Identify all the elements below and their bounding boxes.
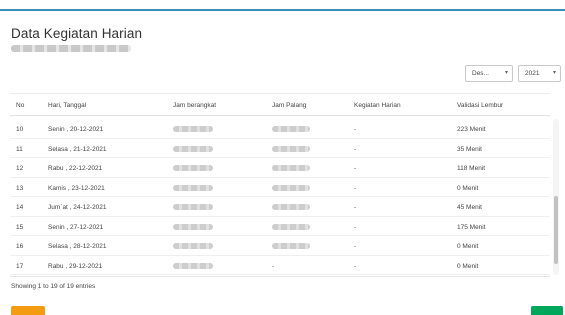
cell-no: 10: [16, 126, 24, 133]
cell-no: 12: [16, 165, 24, 172]
cell-activity: -: [354, 184, 357, 192]
redacted-departure-time: [173, 145, 213, 152]
cell-day: Selasa , 28-12-2021: [48, 243, 107, 250]
col-header-no[interactable]: No: [16, 102, 24, 109]
cell-validation: 175 Menit: [457, 223, 486, 231]
cell-activity: -: [354, 165, 357, 172]
redacted-return-time: [272, 184, 310, 191]
table-row: 16 Selasa , 28-12-2021 - 0 Menit: [10, 236, 550, 256]
cell-validation: 0 Menit: [457, 262, 479, 270]
cell-activity: -: [354, 243, 357, 250]
cell-validation: 45 Menit: [457, 204, 482, 211]
redacted-departure-time: [173, 262, 213, 269]
chevron-down-icon: ▾: [504, 70, 508, 76]
redacted-orange-button[interactable]: [11, 306, 45, 315]
cell-validation: 0 Menit: [457, 184, 479, 192]
month-select[interactable]: Des... ▾: [465, 65, 513, 82]
table-row: 15 Senin , 27-12-2021 - 175 Menit: [10, 217, 550, 236]
redacted-return-time: [272, 165, 310, 171]
cell-activity: -: [354, 145, 357, 153]
cell-day: Jum`at , 24-12-2021: [48, 204, 107, 211]
redacted-departure-time: [173, 165, 213, 171]
table-body: 10 Senin , 20-12-2021 - 223 Menit 11 Sel…: [10, 119, 550, 275]
cell-no: 11: [16, 145, 23, 153]
redacted-departure-time: [173, 223, 213, 230]
redacted-return-time: [272, 145, 310, 152]
page-title: Data Kegiatan Harian: [11, 26, 143, 41]
cell-activity: -: [354, 262, 357, 270]
cell-day: Senin , 20-12-2021: [48, 126, 104, 133]
col-header-day[interactable]: Hari, Tanggal: [48, 102, 86, 109]
cell-day: Rabu , 29-12-2021: [48, 262, 103, 270]
table-row: 10 Senin , 20-12-2021 - 223 Menit: [10, 119, 550, 139]
cell-day: Rabu , 22-12-2021: [48, 165, 103, 172]
table-scrollbar-thumb[interactable]: [554, 196, 558, 264]
table-row: 13 Kamis , 23-12-2021 - 0 Menit: [10, 178, 550, 197]
table-entries-info: Showing 1 to 19 of 19 entries: [11, 283, 96, 290]
cell-no: 13: [16, 184, 24, 192]
cell-no: 16: [16, 243, 24, 250]
cell-return-time: -: [272, 262, 275, 270]
redacted-departure-time: [173, 243, 213, 249]
table-row: 12 Rabu , 22-12-2021 - 118 Menit: [10, 158, 550, 178]
table-row: 11 Selasa , 21-12-2021 - 35 Menit: [10, 139, 550, 158]
cell-validation: 118 Menit: [457, 165, 486, 172]
cell-no: 17: [16, 262, 24, 270]
activity-table: No Hari, Tanggal Jam berangkat Jam Palan…: [10, 93, 560, 275]
cell-validation: 0 Menit: [457, 243, 479, 250]
cell-day: Selasa , 21-12-2021: [48, 145, 107, 153]
cell-activity: -: [354, 223, 357, 231]
year-select-value: 2021: [525, 70, 540, 77]
cell-activity: -: [354, 204, 357, 211]
cell-validation: 35 Menit: [457, 145, 482, 153]
redacted-departure-time: [173, 184, 213, 191]
year-select[interactable]: 2021 ▾: [518, 65, 561, 82]
table-row: 14 Jum`at , 24-12-2021 - 45 Menit: [10, 197, 550, 217]
cell-day: Senin , 27-12-2021: [48, 223, 104, 231]
cell-no: 15: [16, 223, 24, 231]
redacted-return-time: [272, 223, 310, 230]
chevron-down-icon: ▾: [552, 70, 556, 76]
cell-validation: 223 Menit: [457, 126, 486, 133]
table-header: No Hari, Tanggal Jam berangkat Jam Palan…: [10, 93, 550, 116]
redacted-return-time: [272, 243, 310, 249]
col-header-departure[interactable]: Jam berangkat: [173, 102, 216, 109]
col-header-activity[interactable]: Kegiatan Harian: [354, 102, 401, 109]
redacted-green-button[interactable]: [531, 306, 563, 315]
redacted-subtitle: [11, 45, 131, 52]
table-row: 17 Rabu , 29-12-2021 - - 0 Menit: [10, 256, 550, 275]
redacted-departure-time: [173, 204, 213, 210]
redacted-departure-time: [173, 126, 213, 132]
col-header-validation[interactable]: Validasi Lembur: [457, 102, 503, 109]
col-header-return[interactable]: Jam Palang: [272, 102, 306, 109]
month-select-value: Des...: [472, 70, 489, 77]
cell-day: Kamis , 23-12-2021: [48, 184, 105, 192]
redacted-return-time: [272, 126, 310, 132]
table-footer-divider: [10, 276, 550, 277]
cell-activity: -: [354, 126, 357, 133]
redacted-return-time: [272, 204, 310, 210]
cell-no: 14: [16, 204, 24, 211]
